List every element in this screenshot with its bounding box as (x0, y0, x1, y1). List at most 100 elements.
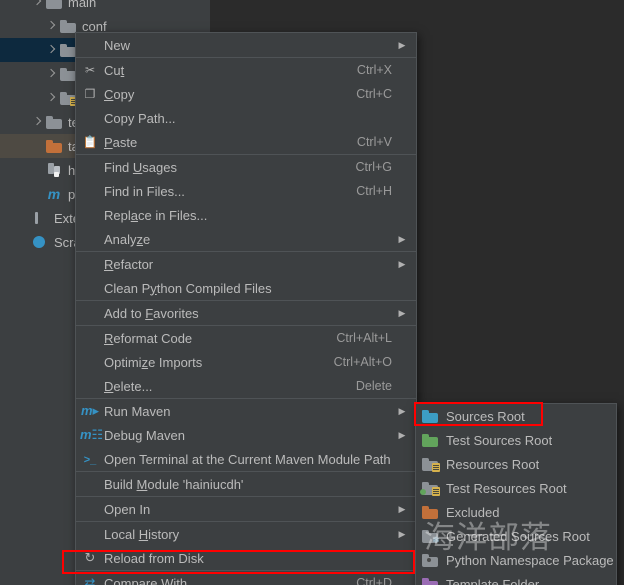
menu-item-shortcut: Ctrl+Alt+L (336, 331, 392, 345)
menu-item-label: Run Maven (104, 403, 171, 419)
folder-orange-icon (422, 505, 438, 519)
submenu-item-label: Test Sources Root (446, 432, 553, 448)
no-icon (80, 207, 100, 223)
reload-icon: ↻ (84, 550, 96, 565)
menu-item-local-history[interactable]: Local History ▶ (76, 522, 416, 546)
menu-item-label: Paste (104, 134, 138, 150)
menu-item-reload-from-disk[interactable]: ↻ Reload from Disk (76, 546, 416, 570)
submenu-item-label: Excluded (446, 504, 500, 520)
tree-twisty[interactable] (32, 189, 43, 200)
menu-item-open-in[interactable]: Open In ▶ (76, 497, 416, 521)
menu-item-label: Copy (104, 86, 135, 102)
menu-item-label: Reload from Disk (104, 550, 204, 566)
context-menu[interactable]: New ▶ ✂ Cut Ctrl+X ❐ Copy Ctrl+C Copy Path... 📋 Pa… (75, 32, 417, 585)
menu-item-label: Find in Files... (104, 183, 185, 199)
no-icon (80, 37, 100, 53)
menu-item-copy-path[interactable]: Copy Path... (76, 106, 416, 130)
folder-orange-icon (46, 139, 62, 153)
no-icon (80, 526, 100, 542)
folder-generated-icon: ❄ (422, 529, 440, 544)
menu-item-label: Refactor (104, 256, 154, 272)
menu-item-new[interactable]: New ▶ (76, 33, 416, 57)
menu-item-optimize-imports[interactable]: Optimize Imports Ctrl+Alt+O (76, 350, 416, 374)
no-icon (80, 378, 100, 394)
submenu-item-template-folder[interactable]: Template Folder (416, 572, 616, 585)
menu-item-add-to-favorites[interactable]: Add to Favorites ▶ (76, 301, 416, 325)
chevron-right-icon: ▶ (398, 258, 406, 269)
folder-resource-icon (422, 457, 440, 472)
menu-item-paste[interactable]: 📋 Paste Ctrl+V (76, 130, 416, 154)
menu-item-refactor[interactable]: Refactor ▶ (76, 252, 416, 276)
menu-item-label: Debug Maven (104, 427, 185, 443)
tree-twisty[interactable] (46, 69, 57, 80)
no-icon (80, 501, 100, 517)
folder-namespace-icon (422, 553, 438, 567)
no-icon (80, 280, 100, 296)
terminal-icon: >_ (83, 454, 97, 466)
menu-item-label: New (104, 37, 131, 53)
compare-icon: ⇄ (84, 575, 96, 585)
folder-cyan-icon (422, 409, 438, 423)
submenu-item-excluded[interactable]: Excluded (416, 500, 616, 524)
submenu-item-generated-sources-root[interactable]: ❄ Generated Sources Root (416, 524, 616, 548)
menu-item-label: Local History (104, 526, 180, 542)
no-icon (80, 256, 100, 272)
menu-item-analyze[interactable]: Analyze ▶ (76, 227, 416, 251)
folder-green-icon (422, 433, 438, 447)
menu-item-label: Add to Favorites (104, 305, 199, 321)
scissors-icon: ✂ (84, 63, 96, 77)
menu-item-delete[interactable]: Delete... Delete (76, 374, 416, 398)
menu-item-label: Clean Python Compiled Files (104, 280, 272, 296)
menu-item-label: Reformat Code (104, 330, 193, 346)
chevron-right-icon: ▶ (398, 528, 406, 539)
menu-item-find-in-files[interactable]: Find in Files... Ctrl+H (76, 179, 416, 203)
chevron-right-icon: ▶ (398, 39, 406, 50)
tree-twisty[interactable] (32, 0, 43, 8)
submenu-item-label: Sources Root (446, 408, 525, 424)
no-icon (80, 183, 100, 199)
paste-icon: 📋 (82, 135, 98, 149)
no-icon (80, 476, 100, 492)
folder-gray-icon (60, 43, 76, 57)
tree-twisty[interactable] (32, 117, 43, 128)
menu-item-reformat-code[interactable]: Reformat Code Ctrl+Alt+L (76, 326, 416, 350)
menu-item-label: Optimize Imports (104, 354, 203, 370)
menu-item-shortcut: Ctrl+D (356, 576, 392, 585)
menu-item-label: Cut (104, 62, 125, 78)
menu-item-build-module-hainiucdh[interactable]: Build Module 'hainiucdh' (76, 472, 416, 496)
menu-item-open-terminal-at-the-current-maven-module-path[interactable]: >_ Open Terminal at the Current Maven Mod… (76, 447, 416, 471)
submenu-item-test-sources-root[interactable]: Test Sources Root (416, 428, 616, 452)
menu-item-shortcut: Ctrl+H (356, 184, 392, 198)
menu-item-run-maven[interactable]: m▸ Run Maven ▶ (76, 399, 416, 423)
menu-item-label: Compare With... (104, 575, 198, 585)
submenu-item-sources-root[interactable]: Sources Root (416, 404, 616, 428)
tree-twisty[interactable] (32, 141, 43, 152)
submenu-item-test-resources-root[interactable]: Test Resources Root (416, 476, 616, 500)
menu-item-cut[interactable]: ✂ Cut Ctrl+X (76, 58, 416, 82)
chevron-right-icon: ▶ (398, 503, 406, 514)
no-icon (80, 305, 100, 321)
tree-twisty[interactable] (46, 21, 57, 32)
menu-item-clean-python-compiled-files[interactable]: Clean Python Compiled Files (76, 276, 416, 300)
menu-item-compare-with[interactable]: ⇄ Compare With... Ctrl+D (76, 571, 416, 585)
tree-twisty[interactable] (18, 213, 29, 224)
folder-purple-icon (422, 577, 438, 585)
menu-item-find-usages[interactable]: Find Usages Ctrl+G (76, 155, 416, 179)
tree-twisty[interactable] (18, 237, 29, 248)
mark-directory-as-submenu[interactable]: Sources Root Test Sources Root Resources R… (415, 403, 617, 585)
tree-twisty[interactable] (32, 165, 43, 176)
tree-twisty[interactable] (46, 45, 57, 56)
menu-item-label: Delete... (104, 378, 153, 394)
submenu-item-label: Test Resources Root (446, 480, 567, 496)
chevron-right-icon: ▶ (398, 233, 406, 244)
submenu-item-resources-root[interactable]: Resources Root (416, 452, 616, 476)
menu-item-shortcut: Ctrl+C (356, 87, 392, 101)
submenu-item-python-namespace-package[interactable]: Python Namespace Package (416, 548, 616, 572)
library-icon (32, 211, 48, 225)
menu-item-copy[interactable]: ❐ Copy Ctrl+C (76, 82, 416, 106)
tree-twisty[interactable] (46, 93, 57, 104)
menu-item-label: Find Usages (104, 159, 177, 175)
tree-item-main[interactable]: main (0, 0, 210, 14)
menu-item-replace-in-files[interactable]: Replace in Files... (76, 203, 416, 227)
menu-item-debug-maven[interactable]: m☷ Debug Maven ▶ (76, 423, 416, 447)
